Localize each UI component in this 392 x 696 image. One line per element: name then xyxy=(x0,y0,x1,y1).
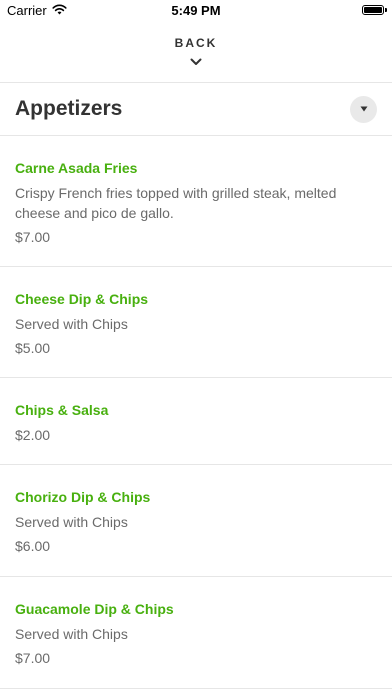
item-price: $2.00 xyxy=(15,427,51,443)
status-time: 5:49 PM xyxy=(171,3,221,18)
item-name: Carne Asada Fries xyxy=(15,160,138,176)
menu-item[interactable]: Cheese Dip & Chips Served with Chips $5.… xyxy=(0,267,392,378)
menu-item[interactable]: Guacamole Dip & Chips Served with Chips … xyxy=(0,577,392,689)
item-description: Served with Chips xyxy=(15,514,128,530)
section-title: Appetizers xyxy=(15,97,123,120)
caret-down-icon xyxy=(360,106,367,112)
item-price: $7.00 xyxy=(15,229,51,245)
item-description: Served with Chips xyxy=(15,626,128,642)
menu-item[interactable]: Carne Asada Fries Crispy French fries to… xyxy=(0,136,392,267)
menu-list: Carne Asada Fries Crispy French fries to… xyxy=(0,136,392,689)
status-bar: Carrier 5:49 PM xyxy=(0,0,392,22)
item-description: Served with Chips xyxy=(15,316,128,332)
item-description: Crispy French fries topped with grilled … xyxy=(15,185,337,221)
item-name: Cheese Dip & Chips xyxy=(15,291,149,307)
back-button[interactable]: BACK xyxy=(0,22,392,83)
item-price: $5.00 xyxy=(15,340,51,356)
menu-item[interactable]: Chips & Salsa $2.00 xyxy=(0,378,392,465)
item-price: $7.00 xyxy=(15,650,51,666)
back-label: BACK xyxy=(174,35,218,50)
chevron-down-icon xyxy=(190,53,202,71)
section-header: Appetizers xyxy=(0,83,392,136)
item-name: Chips & Salsa xyxy=(15,402,109,418)
section-dropdown-button[interactable] xyxy=(350,95,377,123)
item-name: Guacamole Dip & Chips xyxy=(15,601,174,617)
battery-icon xyxy=(362,5,387,15)
menu-item[interactable]: Chorizo Dip & Chips Served with Chips $6… xyxy=(0,465,392,577)
item-name: Chorizo Dip & Chips xyxy=(15,489,151,505)
item-price: $6.00 xyxy=(15,538,51,554)
